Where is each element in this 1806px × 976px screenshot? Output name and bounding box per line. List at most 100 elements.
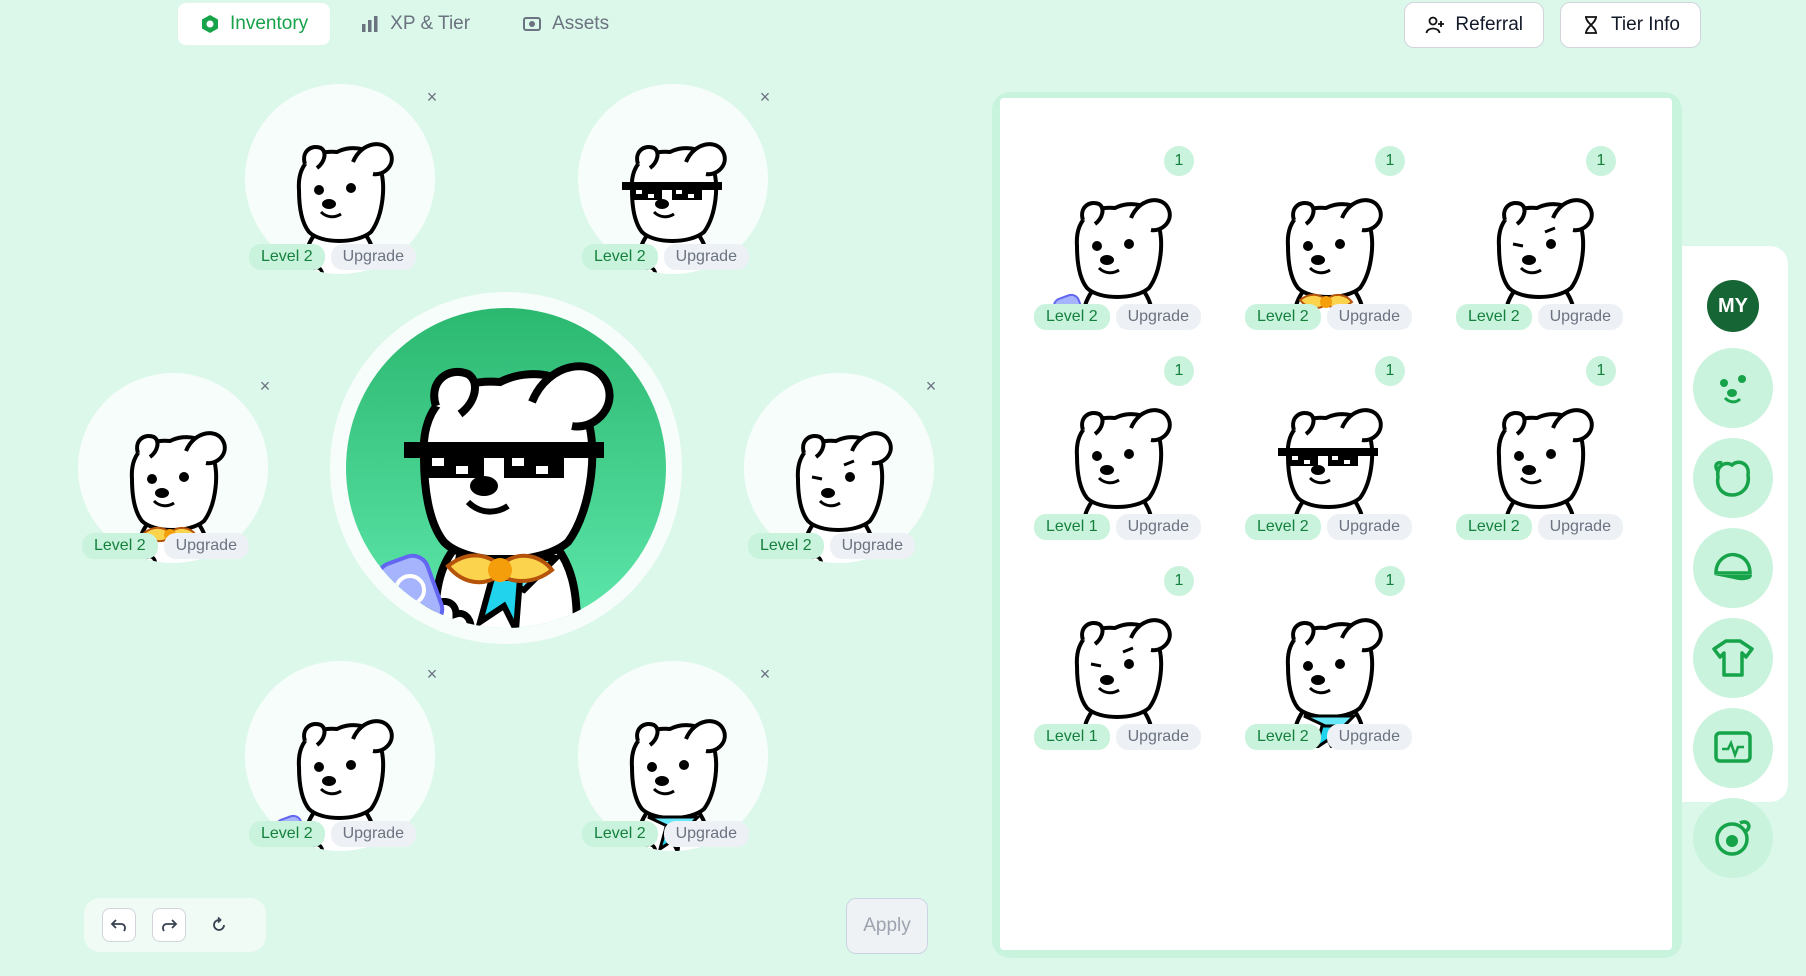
tier-info-button[interactable]: Tier Info — [1560, 2, 1701, 48]
avatar-slot[interactable]: × Level 2 Upgrade — [245, 84, 437, 274]
face-icon — [1720, 375, 1746, 404]
upgrade-button[interactable]: Upgrade — [330, 821, 416, 847]
category-hand-item[interactable] — [1693, 798, 1773, 878]
remove-icon[interactable]: × — [920, 375, 942, 397]
slot-pills: Level 2 Upgrade — [249, 821, 416, 847]
category-list: MY — [1692, 280, 1774, 878]
tier-info-label: Tier Info — [1611, 14, 1680, 35]
category-background[interactable] — [1693, 708, 1773, 788]
item-pills: Level 2 Upgrade — [1456, 514, 1623, 540]
tab-assets-label: Assets — [552, 13, 610, 34]
slot-pills: Level 2 Upgrade — [82, 533, 249, 559]
upgrade-button[interactable]: Upgrade — [1115, 514, 1201, 540]
slot-pills: Level 2 Upgrade — [582, 244, 749, 270]
tab-inventory-label: Inventory — [230, 13, 309, 34]
level-badge: Level 2 — [582, 244, 658, 270]
item-pills: Level 1 Upgrade — [1034, 514, 1201, 540]
level-badge: Level 2 — [748, 533, 824, 559]
category-head[interactable] — [1693, 438, 1773, 518]
remove-icon[interactable]: × — [254, 375, 276, 397]
upgrade-button[interactable]: Upgrade — [1115, 304, 1201, 330]
redo-icon — [162, 919, 178, 932]
upgrade-button[interactable]: Upgrade — [1326, 724, 1412, 750]
upgrade-button[interactable]: Upgrade — [829, 533, 915, 559]
referral-button[interactable]: Referral — [1404, 2, 1544, 48]
upgrade-button[interactable]: Upgrade — [1326, 304, 1412, 330]
cap-icon — [1714, 552, 1752, 581]
item-pills: Level 2 Upgrade — [1456, 304, 1623, 330]
level-badge: Level 2 — [1245, 304, 1321, 330]
avatar-slot[interactable]: × Level 2 Upgrade — [578, 661, 770, 851]
remove-icon[interactable]: × — [754, 663, 776, 685]
upgrade-button[interactable]: Upgrade — [663, 244, 749, 270]
dog-avatar-icon — [371, 342, 641, 628]
reset-button[interactable] — [202, 908, 236, 942]
upgrade-button[interactable]: Upgrade — [1326, 514, 1412, 540]
inventory-item[interactable]: 1 Level 2 Upgrade — [1454, 332, 1636, 540]
item-pills: Level 2 Upgrade — [1034, 304, 1201, 330]
level-badge: Level 1 — [1034, 514, 1110, 540]
upgrade-button[interactable]: Upgrade — [330, 244, 416, 270]
category-face[interactable] — [1693, 348, 1773, 428]
composed-avatar-background — [346, 308, 666, 628]
add-user-icon — [1426, 16, 1445, 34]
inventory-grid: 1 Level 2 Upgrade 1 Level 2 Upgrade 1 Le… — [1000, 98, 1672, 950]
remove-icon[interactable]: × — [421, 663, 443, 685]
level-badge: Level 2 — [82, 533, 158, 559]
slot-pills: Level 2 Upgrade — [249, 244, 416, 270]
tab-assets[interactable]: Assets — [500, 3, 631, 45]
level-badge: Level 1 — [1034, 724, 1110, 750]
slot-pills: Level 2 Upgrade — [582, 821, 749, 847]
inventory-panel: 1 Level 2 Upgrade 1 Level 2 Upgrade 1 Le… — [992, 92, 1682, 958]
assets-icon — [523, 17, 542, 31]
composed-avatar — [330, 292, 682, 644]
level-badge: Level 2 — [582, 821, 658, 847]
undo-button[interactable] — [102, 908, 136, 942]
main-tabs: Inventory XP & Tier Assets — [178, 3, 631, 45]
inventory-item[interactable]: 1 Level 2 Upgrade — [1243, 332, 1425, 540]
inventory-item[interactable]: 1 Level 2 Upgrade — [1243, 122, 1425, 330]
inventory-item[interactable]: 1 Level 1 Upgrade — [1032, 332, 1214, 540]
item-pills: Level 2 Upgrade — [1245, 304, 1412, 330]
reset-icon — [213, 916, 225, 931]
inventory-item[interactable]: 1 Level 2 Upgrade — [1032, 122, 1214, 330]
hexagon-icon — [202, 15, 218, 33]
category-clothes[interactable] — [1693, 618, 1773, 698]
avatar-slot[interactable]: × Level 2 Upgrade — [78, 373, 270, 563]
tab-xp-tier[interactable]: XP & Tier — [338, 3, 492, 45]
level-badge: Level 2 — [249, 244, 325, 270]
hand-item-icon — [1715, 820, 1751, 856]
item-pills: Level 1 Upgrade — [1034, 724, 1201, 750]
hourglass-icon — [1585, 16, 1597, 34]
inventory-item[interactable]: 1 Level 1 Upgrade — [1032, 542, 1214, 750]
item-pills: Level 2 Upgrade — [1245, 514, 1412, 540]
upgrade-button[interactable]: Upgrade — [1537, 514, 1623, 540]
level-badge: Level 2 — [249, 821, 325, 847]
remove-icon[interactable]: × — [421, 86, 443, 108]
item-pills: Level 2 Upgrade — [1245, 724, 1412, 750]
category-hat[interactable] — [1693, 528, 1773, 608]
referral-label: Referral — [1455, 14, 1523, 35]
level-badge: Level 2 — [1456, 304, 1532, 330]
upgrade-button[interactable]: Upgrade — [1115, 724, 1201, 750]
inventory-item[interactable]: 1 Level 2 Upgrade — [1243, 542, 1425, 750]
tab-inventory[interactable]: Inventory — [178, 3, 331, 45]
avatar-slot[interactable]: × Level 2 Upgrade — [245, 661, 437, 851]
level-badge: Level 2 — [1245, 724, 1321, 750]
history-controls — [84, 898, 266, 952]
avatar-slot[interactable]: × Level 2 Upgrade — [744, 373, 936, 563]
remove-icon[interactable]: × — [754, 86, 776, 108]
apply-button[interactable]: Apply — [846, 898, 928, 954]
shirt-icon — [1712, 639, 1754, 677]
upgrade-button[interactable]: Upgrade — [1537, 304, 1623, 330]
inventory-item[interactable]: 1 Level 2 Upgrade — [1454, 122, 1636, 330]
head-icon — [1714, 460, 1751, 497]
upgrade-button[interactable]: Upgrade — [663, 821, 749, 847]
bar-chart-icon — [362, 16, 378, 32]
undo-icon — [110, 919, 126, 932]
category-my[interactable]: MY — [1707, 280, 1759, 332]
upgrade-button[interactable]: Upgrade — [163, 533, 249, 559]
avatar-slot[interactable]: × Level 2 Upgrade — [578, 84, 770, 274]
level-badge: Level 2 — [1456, 514, 1532, 540]
redo-button[interactable] — [152, 908, 186, 942]
